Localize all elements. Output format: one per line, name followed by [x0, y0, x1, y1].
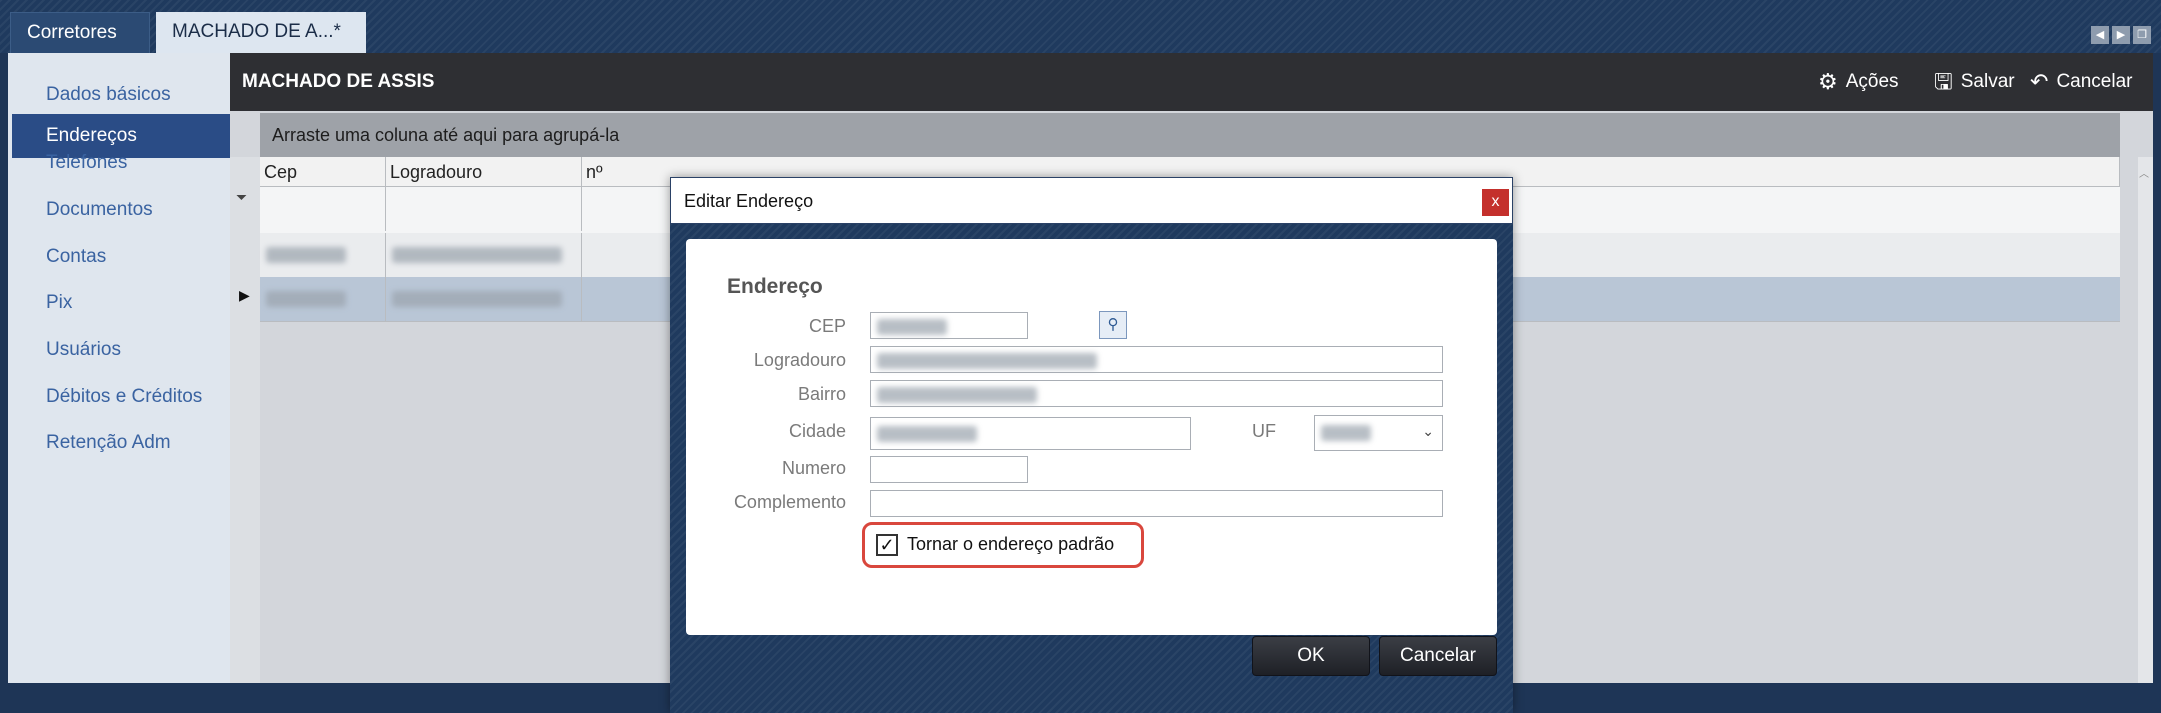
table-cell-logradouro [386, 277, 582, 321]
row-gutter-empty [230, 321, 260, 683]
sidebar-item-pix[interactable]: Pix [12, 281, 230, 325]
sidebar-item-debitos-creditos[interactable]: Débitos e Créditos [12, 375, 230, 419]
tab-corretores[interactable]: Corretores [10, 12, 150, 53]
main-frame: Dados básicos Endereços Telefones Docume… [8, 53, 2153, 713]
grid-corner [230, 157, 260, 187]
row-gutter [230, 233, 260, 277]
form-section-title: Endereço [727, 275, 823, 298]
logradouro-label: Logradouro [753, 350, 846, 370]
column-header-cep[interactable]: Cep [260, 157, 386, 187]
numero-label: Numero [781, 458, 846, 478]
redacted-text [266, 291, 346, 307]
sidebar-item-dados-basicos[interactable]: Dados básicos [12, 73, 230, 117]
edit-address-dialog: Editar Endereço x Endereço CEP ⚲ Logrado… [670, 177, 1513, 713]
cep-label: CEP [808, 316, 846, 336]
sidebar-item-usuarios[interactable]: Usuários [12, 328, 230, 372]
tab-machado-de-assis[interactable]: MACHADO DE A...* [156, 12, 366, 53]
chevron-right-icon[interactable]: ▶ [2112, 26, 2130, 44]
close-button[interactable]: x [1482, 189, 1509, 216]
cep-search-button[interactable]: ⚲ [1099, 311, 1127, 339]
acoes-button[interactable]: ⚙ Ações [1818, 53, 1899, 111]
current-row-indicator-icon: ▶ [239, 287, 250, 303]
chevron-up-icon[interactable]: ︿ [2139, 165, 2149, 180]
sidebar-item-contas[interactable]: Contas [12, 235, 230, 279]
address-form: Endereço CEP ⚲ Logradouro Bairro Cidade [686, 239, 1497, 635]
sidebar-item-documentos[interactable]: Documentos [12, 188, 230, 232]
tab-navigation: ◀ ▶ ❐ [2091, 26, 2151, 44]
bairro-label: Bairro [797, 384, 846, 404]
table-cell-logradouro [386, 233, 582, 277]
dialog-title-bar: Editar Endereço x [670, 177, 1513, 224]
complemento-label: Complemento [733, 492, 846, 512]
cep-field[interactable] [870, 312, 1028, 339]
cidade-label: Cidade [788, 421, 846, 441]
entity-header: MACHADO DE ASSIS ⚙ Ações 🖫 Salvar ↶ Cancela… [230, 53, 2153, 111]
table-cell-cep [260, 233, 386, 277]
table-cell-cep [260, 277, 386, 321]
dialog-body: Endereço CEP ⚲ Logradouro Bairro Cidade [670, 224, 1513, 713]
salvar-label: Salvar [1960, 71, 2015, 92]
redacted-text [1321, 425, 1371, 441]
document-tab-bar: Corretores MACHADO DE A...* ◀ ▶ ❐ [0, 0, 2161, 53]
chevron-down-icon: ⌄ [1422, 423, 1434, 439]
group-by-panel[interactable]: Arraste uma coluna até aqui para agrupá-… [260, 113, 2120, 157]
filter-icon[interactable]: ⏷ [236, 189, 247, 206]
default-address-checkbox[interactable]: ✓ [876, 534, 898, 556]
chevron-left-icon[interactable]: ◀ [2091, 26, 2109, 44]
redacted-text [266, 247, 346, 263]
filter-gutter: ⏷ [230, 187, 260, 233]
default-address-highlight: ✓ Tornar o endereço padrão [862, 522, 1144, 568]
cancelar-button[interactable]: ↶ Cancelar [2030, 53, 2132, 111]
undo-icon: ↶ [2030, 69, 2049, 94]
default-address-label[interactable]: Tornar o endereço padrão [907, 534, 1114, 555]
numero-field[interactable] [870, 456, 1028, 483]
dialog-title: Editar Endereço [684, 191, 814, 211]
vertical-scrollbar[interactable]: ︿ [2138, 157, 2153, 683]
acoes-label: Ações [1845, 71, 1899, 92]
ok-button[interactable]: OK [1252, 636, 1370, 676]
uf-select[interactable]: ⌄ [1314, 415, 1443, 451]
sidebar: Dados básicos Endereços Telefones Docume… [8, 53, 230, 683]
page-title: MACHADO DE ASSIS [242, 71, 435, 92]
bairro-field[interactable] [870, 380, 1443, 407]
sidebar-item-telefones[interactable]: Telefones [12, 141, 230, 185]
salvar-button[interactable]: 🖫 Salvar [1934, 53, 2015, 111]
restore-icon[interactable]: ❐ [2133, 26, 2151, 44]
cancelar-label: Cancelar [2056, 71, 2133, 92]
redacted-text [392, 291, 562, 307]
column-header-logradouro[interactable]: Logradouro [386, 157, 582, 187]
gear-icon: ⚙ [1818, 69, 1838, 94]
complemento-field[interactable] [870, 490, 1443, 517]
logradouro-field[interactable] [870, 346, 1443, 373]
filter-cell-logradouro[interactable] [386, 187, 582, 231]
sidebar-item-retencao-adm[interactable]: Retenção Adm [12, 421, 230, 465]
uf-label: UF [1252, 421, 1276, 441]
redacted-text [877, 426, 977, 442]
search-icon: ⚲ [1107, 316, 1119, 333]
redacted-text [877, 353, 1097, 369]
dialog-cancel-button[interactable]: Cancelar [1379, 636, 1497, 676]
redacted-text [392, 247, 562, 263]
row-gutter: ▶ [230, 277, 260, 321]
redacted-text [877, 319, 947, 335]
save-icon: 🖫 [1934, 69, 1953, 94]
filter-cell-cep[interactable] [260, 187, 386, 231]
redacted-text [877, 387, 1037, 403]
